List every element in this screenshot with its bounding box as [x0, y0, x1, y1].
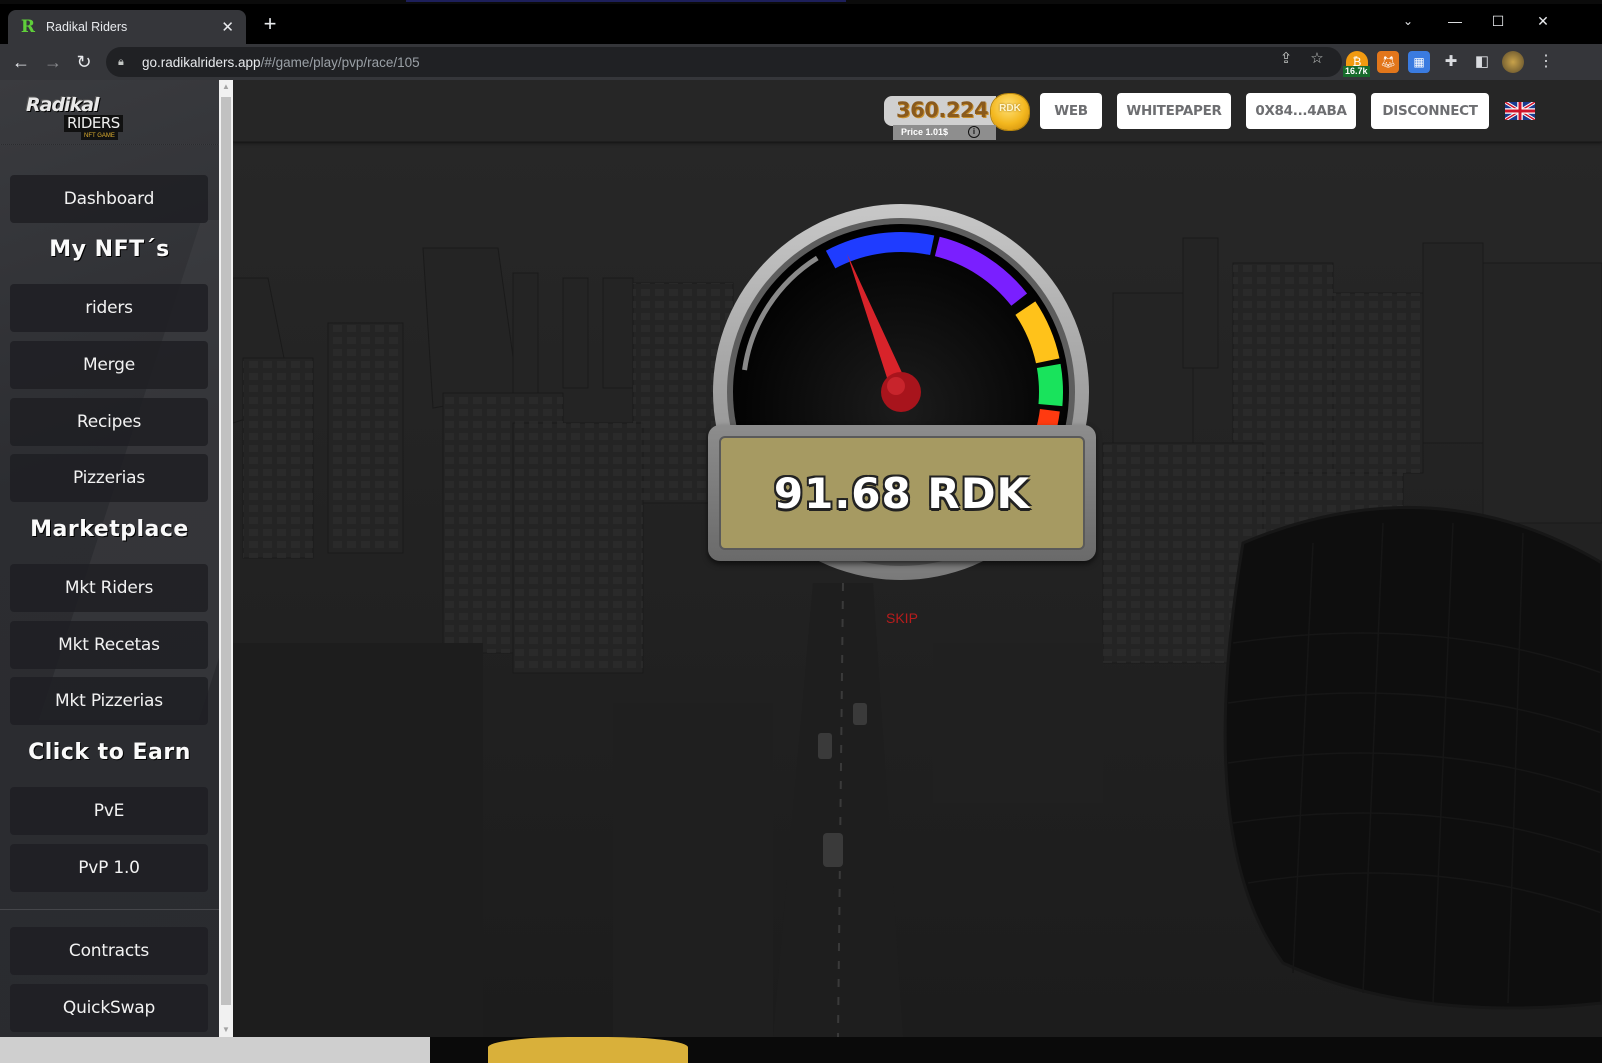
rdk-price: Price 1.01$ i: [893, 125, 996, 140]
logo-line-2: RIDERS: [64, 115, 123, 132]
minimize-button[interactable]: —: [1440, 10, 1470, 32]
sidebar-heading-click-to-earn: Click to Earn: [28, 740, 191, 765]
lock-icon: 🔒︎: [118, 55, 124, 68]
tab-close-icon[interactable]: ✕: [221, 18, 234, 36]
radikal-riders-logo[interactable]: Radikal RIDERS NFT GAME: [26, 94, 138, 140]
scroll-up-arrow-icon[interactable]: ▲: [219, 80, 233, 94]
sidebar-heading-my-nfts: My NFT´s: [49, 237, 170, 262]
calendar-extension-icon[interactable]: ▦: [1408, 51, 1430, 73]
sidebar-item-mkt-recetas[interactable]: Mkt Recetas: [10, 621, 208, 669]
sidebar-item-dashboard[interactable]: Dashboard: [10, 175, 208, 223]
gauge-hub-highlight: [887, 377, 905, 395]
whitepaper-button[interactable]: WHITEPAPER: [1117, 93, 1231, 129]
close-window-button[interactable]: ✕: [1528, 10, 1558, 32]
info-icon[interactable]: i: [968, 126, 980, 138]
side-panel-icon[interactable]: ◧: [1471, 51, 1493, 73]
sidebar-separator: [0, 909, 219, 910]
bookmark-star-icon[interactable]: ☆: [1307, 49, 1327, 67]
sidebar-scrollbar[interactable]: ▲ ▼: [219, 80, 233, 1037]
uk-flag-language-icon[interactable]: [1505, 102, 1535, 120]
browser-menu-icon[interactable]: ⋮: [1535, 51, 1557, 73]
extensions-puzzle-icon[interactable]: ✚: [1440, 51, 1462, 73]
price-text: Price 1.01$: [901, 127, 949, 137]
sidebar-item-pve[interactable]: PvE: [10, 787, 208, 835]
web-button[interactable]: WEB: [1040, 93, 1102, 129]
address-bar[interactable]: 🔒︎ go.radikalriders.app/#/game/play/pvp/…: [106, 47, 1342, 77]
sidebar-item-pizzerias[interactable]: Pizzerias: [10, 454, 208, 502]
back-arrow-icon[interactable]: ←: [9, 50, 33, 74]
extension-badge: 16.7k: [1343, 66, 1370, 77]
browser-tab[interactable]: R Radikal Riders ✕: [8, 10, 246, 44]
sidebar-item-pvp[interactable]: PvP 1.0: [10, 844, 208, 892]
bottom-screen-strip: [0, 1037, 1602, 1063]
top-header: 360.224 RDK Price 1.01$ i WEB WHITEPAPER…: [233, 80, 1602, 142]
tab-title: Radikal Riders: [46, 20, 128, 34]
sidebar-item-mkt-pizzerias[interactable]: Mkt Pizzerias: [10, 677, 208, 725]
sidebar-heading-marketplace: Marketplace: [30, 517, 189, 542]
share-icon[interactable]: ⇪: [1276, 49, 1296, 67]
sidebar-item-riders[interactable]: riders: [10, 284, 208, 332]
disconnect-button[interactable]: DISCONNECT: [1371, 93, 1489, 129]
browser-tab-bar: R Radikal Riders ✕ + ⌄ — ☐ ✕: [0, 4, 1602, 44]
gauge-segment-green: [1036, 363, 1063, 407]
sidebar: Radikal RIDERS NFT GAME Dashboard My NFT…: [0, 80, 219, 1037]
radikal-riders-favicon-icon: R: [20, 17, 36, 37]
new-tab-button[interactable]: +: [258, 12, 282, 36]
profile-avatar[interactable]: [1502, 51, 1524, 73]
main-content: 360.224 RDK Price 1.01$ i WEB WHITEPAPER…: [233, 80, 1602, 1037]
browser-toolbar: ← → ↻ 🔒︎ go.radikalriders.app/#/game/pla…: [0, 44, 1602, 80]
reward-readout-screen: 91.68 RDK: [719, 436, 1085, 550]
sidebar-item-mkt-riders[interactable]: Mkt Riders: [10, 564, 208, 612]
logo-line-1: Radikal: [26, 94, 100, 116]
url-domain: go.radikalriders.app: [142, 54, 261, 70]
url-text: go.radikalriders.app/#/game/play/pvp/rac…: [142, 55, 420, 70]
scroll-down-arrow-icon[interactable]: ▼: [219, 1023, 233, 1037]
tab-search-chevron-icon[interactable]: ⌄: [1393, 10, 1423, 32]
sidebar-item-quickswap[interactable]: QuickSwap: [10, 984, 208, 1032]
skip-button[interactable]: SKIP: [886, 610, 918, 626]
sidebar-item-merge[interactable]: Merge: [10, 341, 208, 389]
forward-arrow-icon[interactable]: →: [41, 50, 65, 74]
metamask-fox-icon[interactable]: 🦊︎: [1377, 51, 1399, 73]
rdk-balance: 360.224: [884, 96, 996, 126]
web-page: Radikal RIDERS NFT GAME Dashboard My NFT…: [0, 80, 1602, 1037]
logo-line-3: NFT GAME: [81, 132, 118, 140]
wallet-address-button[interactable]: 0X84...4ABA: [1246, 93, 1356, 129]
balance-amount: 360.224: [896, 98, 989, 122]
sidebar-divider: [0, 144, 219, 145]
reload-icon[interactable]: ↻: [72, 50, 96, 74]
url-path: /#/game/play/pvp/race/105: [260, 54, 420, 70]
sidebar-item-recipes[interactable]: Recipes: [10, 398, 208, 446]
sidebar-item-contracts[interactable]: Contracts: [10, 927, 208, 975]
reward-amount-text: 91.68 RDK: [773, 468, 1031, 518]
reward-readout-panel: 91.68 RDK: [708, 425, 1096, 561]
scrollbar-thumb[interactable]: [221, 97, 231, 1005]
rdk-coin-icon: RDK: [991, 94, 1029, 130]
maximize-button[interactable]: ☐: [1483, 10, 1513, 32]
